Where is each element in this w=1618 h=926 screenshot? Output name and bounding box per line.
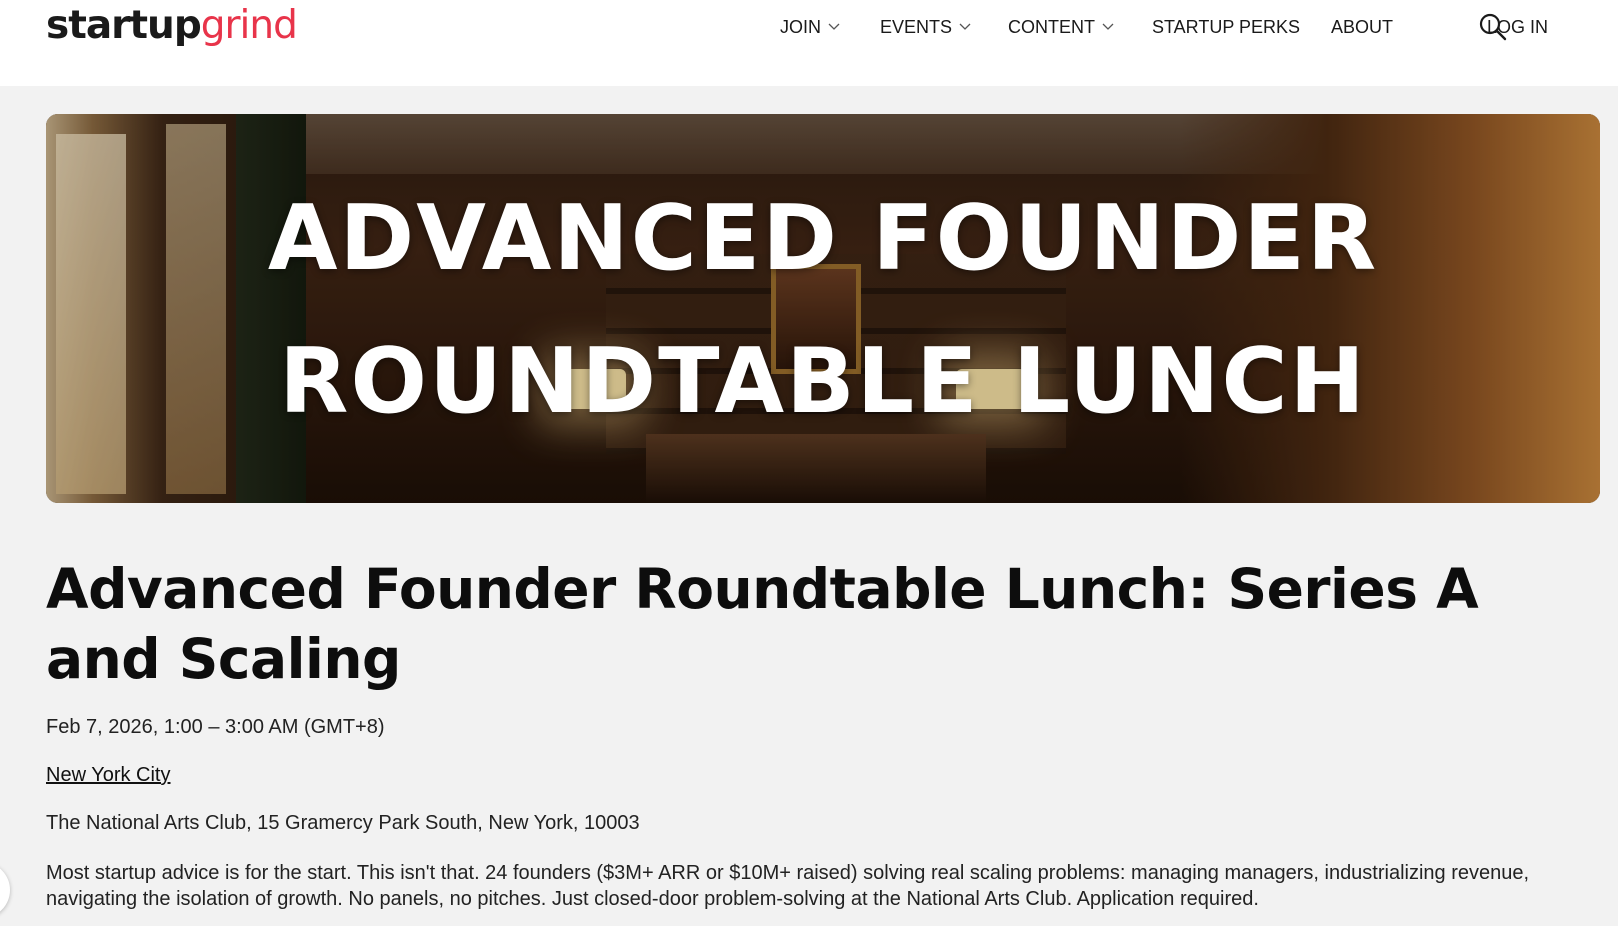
event-description: Most startup advice is for the start. Th… [46,862,1530,910]
hero-title-line1: ADVANCED FOUNDER [267,186,1379,291]
startupgrind-logo[interactable]: startupgrind [46,2,298,50]
nav-login-label: LOG IN [1487,16,1549,37]
nav-login[interactable]: LOG IN [1487,14,1548,40]
nav-startup-perks-label: STARTUP PERKS [1152,16,1301,37]
side-feedback-tab[interactable] [0,862,10,918]
event-hero-image: ADVANCED FOUNDER ROUNDTABLE LUNCH [46,114,1600,503]
nav-about[interactable]: ABOUT [1331,14,1393,40]
nav-join-label: JOIN [780,16,822,37]
logo-part-startup: startup [46,3,202,48]
event-title: Advanced Founder Roundtable Lunch: Serie… [46,557,1479,691]
chevron-down-icon [1102,23,1114,30]
logo-part-grind: grind [200,3,298,48]
nav-events[interactable]: EVENTS [880,14,971,40]
nav-startup-perks[interactable]: STARTUP PERKS [1152,14,1300,40]
event-venue: The National Arts Club, 15 Gramercy Park… [46,812,640,834]
nav-content-label: CONTENT [1008,16,1095,37]
hero-title-line2: ROUNDTABLE LUNCH [279,329,1367,434]
nav-about-label: ABOUT [1331,16,1394,37]
nav-join[interactable]: JOIN [780,14,840,40]
event-datetime: Feb 7, 2026, 1:00 – 3:00 AM (GMT+8) [46,716,385,738]
hero-overlay [46,114,1600,503]
nav-content[interactable]: CONTENT [1008,14,1114,40]
chevron-down-icon [959,23,971,30]
event-city-link[interactable]: New York City [46,764,171,787]
site-header: startupgrind JOIN EVENTS CONTENT STARTUP… [0,0,1618,86]
nav-events-label: EVENTS [880,16,953,37]
chevron-down-icon [828,23,840,30]
